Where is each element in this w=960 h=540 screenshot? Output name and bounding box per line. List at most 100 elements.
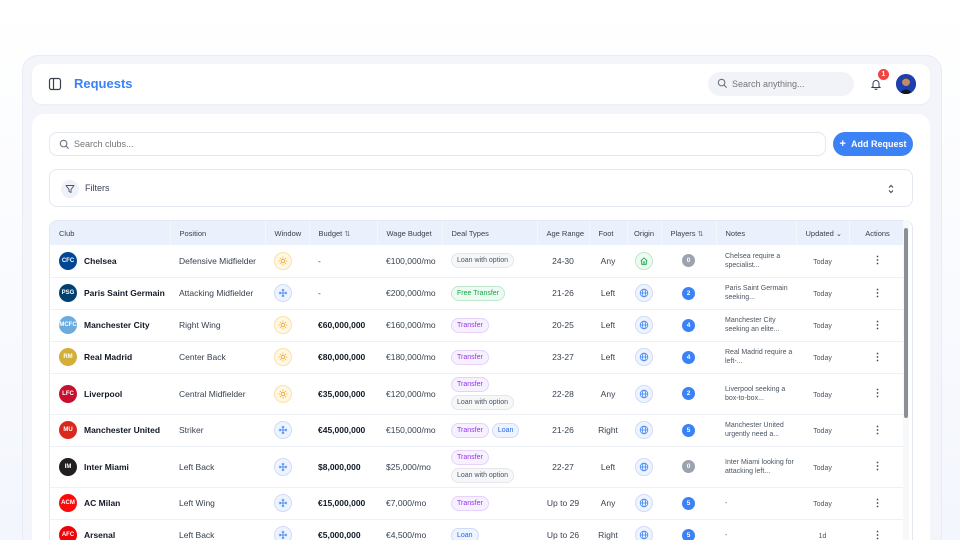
col-header-updated[interactable]: Updated ⌄ [796, 221, 850, 245]
budget-cell: €80,000,000 [309, 341, 377, 374]
foot-cell: Any [589, 373, 627, 415]
row-actions-kebab-icon[interactable]: ⋮ [873, 425, 883, 436]
updated-cell: 1d [818, 533, 827, 540]
players-count-badge[interactable]: 5 [682, 423, 695, 437]
club-name[interactable]: Chelsea [84, 256, 117, 266]
club-crest: PSG [59, 284, 77, 302]
budget-cell: - [309, 277, 377, 310]
bell-icon [870, 80, 882, 90]
budget-cell: $8,000,000 [309, 446, 377, 488]
notes-cell: Real Madrid require a left-... [725, 349, 793, 365]
position-cell: Central Midfielder [170, 373, 265, 415]
table-row[interactable]: LFC Liverpool Central Midfielder €35,000,… [50, 373, 906, 415]
user-avatar[interactable] [896, 74, 916, 94]
col-header-foot: Foot [589, 221, 628, 245]
budget-cell: €45,000,000 [309, 414, 377, 447]
filter-icon [61, 180, 79, 198]
table-row[interactable]: IM Inter Miami Left Back $8,000,000 $25,0… [50, 446, 906, 488]
row-actions-kebab-icon[interactable]: ⋮ [873, 255, 883, 266]
club-name[interactable]: Manchester United [84, 425, 160, 435]
sun-icon [274, 384, 292, 403]
players-count-badge[interactable]: 2 [682, 286, 695, 300]
scrollbar-thumb[interactable] [904, 228, 908, 418]
deal-type-pill: Loan with option [451, 468, 514, 483]
updated-cell: Today [813, 464, 832, 472]
club-search-input[interactable] [74, 133, 814, 155]
deal-type-pill: Free Transfer [451, 285, 506, 301]
players-count-badge[interactable]: 2 [682, 387, 695, 400]
table-header-row: Club Position Window Budget ⇅ Wage Budge… [50, 221, 907, 245]
row-actions-kebab-icon[interactable]: ⋮ [873, 498, 883, 509]
players-count-badge[interactable]: 0 [682, 460, 695, 473]
table-row[interactable]: PSG Paris Saint Germain Attacking Midfiel… [50, 277, 906, 310]
col-header-origin: Origin [627, 221, 662, 245]
chevron-updown-icon[interactable] [886, 183, 896, 195]
col-header-actions: Actions [849, 221, 907, 245]
row-actions-kebab-icon[interactable]: ⋮ [873, 288, 883, 299]
club-crest: ACM [59, 494, 77, 512]
global-search-input[interactable] [732, 72, 850, 96]
notifications-button[interactable]: 1 [864, 69, 889, 96]
club-name[interactable]: Real Madrid [84, 352, 132, 362]
sidebar-toggle-icon[interactable] [48, 77, 62, 91]
sort-icon[interactable]: ⇅ [344, 231, 350, 238]
deal-type-pill: Transfer [451, 495, 489, 511]
col-header-notes: Notes [716, 221, 797, 245]
club-search[interactable] [49, 132, 826, 156]
filters-panel[interactable]: Filters [49, 169, 913, 207]
club-name[interactable]: Inter Miami [84, 462, 129, 472]
col-header-players[interactable]: Players ⇅ [661, 221, 717, 245]
row-actions-kebab-icon[interactable]: ⋮ [873, 352, 883, 363]
foot-cell: Right [589, 414, 627, 447]
position-cell: Left Back [170, 519, 265, 540]
sun-icon [274, 316, 292, 334]
requests-table: Club Position Window Budget ⇅ Wage Budge… [49, 220, 913, 540]
row-actions-kebab-icon[interactable]: ⋮ [873, 530, 883, 540]
notes-cell: - [725, 531, 728, 539]
foot-cell: Any [589, 245, 627, 278]
table-row[interactable]: MCFC Manchester City Right Wing €60,000,0… [50, 309, 906, 342]
foot-cell: Right [589, 519, 627, 540]
row-actions-kebab-icon[interactable]: ⋮ [873, 388, 883, 399]
updated-cell: Today [813, 323, 832, 330]
notes-cell: Paris Saint Germain seeking... [725, 285, 788, 301]
chevron-down-icon[interactable]: ⌄ [836, 231, 842, 238]
col-header-position: Position [170, 221, 266, 245]
table-row[interactable]: RM Real Madrid Center Back €80,000,000 €1… [50, 341, 906, 374]
globe-icon [635, 384, 653, 403]
deal-type-pill: Transfer [451, 377, 489, 392]
players-count-badge[interactable]: 5 [682, 528, 695, 540]
add-request-button[interactable]: + Add Request [833, 132, 913, 156]
club-crest: IM [59, 457, 77, 476]
players-count-badge[interactable]: 5 [682, 496, 695, 510]
snowflake-icon [274, 494, 292, 512]
players-count-badge[interactable]: 4 [682, 318, 695, 332]
position-cell: Center Back [170, 341, 265, 374]
age-range-cell: 22-27 [537, 446, 589, 488]
club-name[interactable]: Liverpool [84, 389, 122, 399]
sort-icon[interactable]: ⇅ [698, 231, 704, 238]
table-row[interactable]: ACM AC Milan Left Wing €15,000,000 €7,000… [50, 487, 906, 520]
club-name[interactable]: Paris Saint Germain [84, 288, 165, 298]
foot-cell: Any [589, 487, 627, 520]
budget-cell: €5,000,000 [309, 519, 377, 540]
global-search[interactable] [708, 72, 854, 96]
club-name[interactable]: Arsenal [84, 530, 115, 540]
players-count-badge[interactable]: 0 [682, 254, 695, 268]
club-name[interactable]: AC Milan [84, 498, 120, 508]
table-row[interactable]: MU Manchester United Striker €45,000,000 … [50, 414, 906, 447]
players-count-badge[interactable]: 4 [682, 350, 695, 364]
updated-cell: Today [813, 501, 832, 508]
globe-icon [635, 316, 653, 334]
row-actions-kebab-icon[interactable]: ⋮ [873, 461, 883, 472]
col-header-window: Window [265, 221, 310, 245]
col-header-deal-types: Deal Types [442, 221, 538, 245]
club-crest: RM [59, 348, 77, 366]
club-crest: MU [59, 421, 77, 439]
table-row[interactable]: CFC Chelsea Defensive Midfielder - €100,0… [50, 245, 906, 278]
table-row[interactable]: AFC Arsenal Left Back €5,000,000 €4,500/m… [50, 519, 906, 540]
row-actions-kebab-icon[interactable]: ⋮ [873, 320, 883, 331]
main-content: + Add Request Filters Club Position [32, 114, 930, 540]
club-name[interactable]: Manchester City [84, 320, 150, 330]
col-header-budget[interactable]: Budget ⇅ [309, 221, 378, 245]
